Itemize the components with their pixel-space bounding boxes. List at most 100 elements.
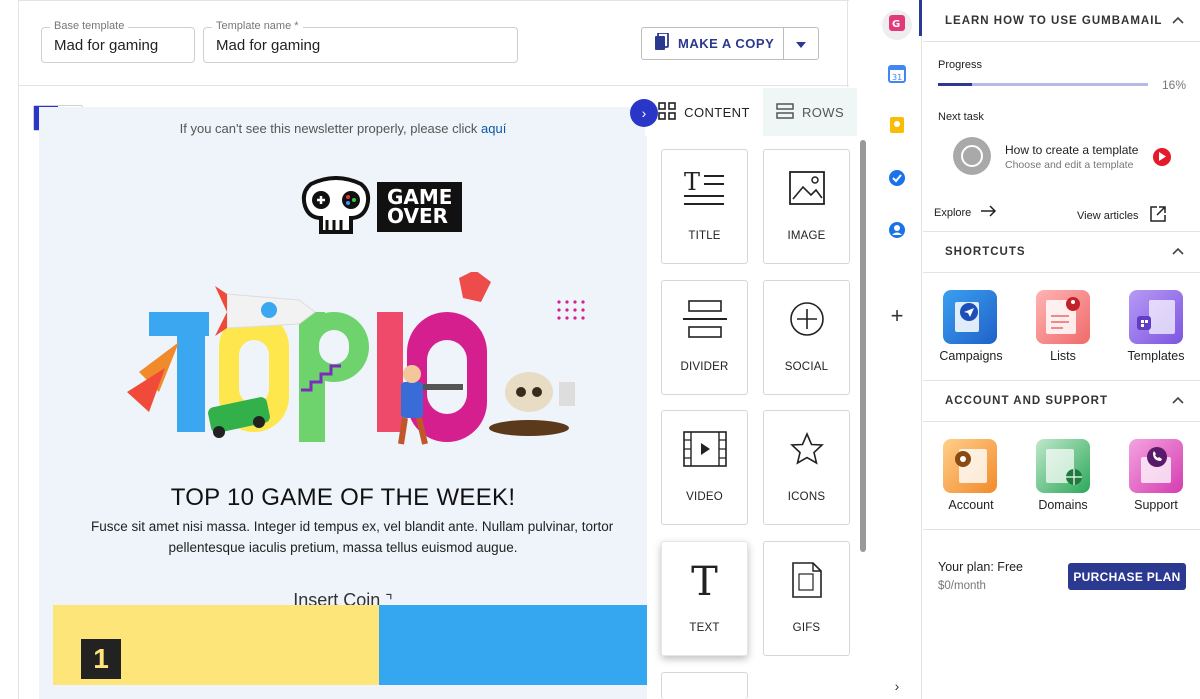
next-task-label: Next task [938, 111, 984, 123]
logo-line-2: OVER [387, 204, 449, 228]
svg-text:G: G [892, 19, 900, 30]
templates-shortcut[interactable] [1129, 290, 1183, 344]
chevron-right-icon: › [641, 105, 647, 121]
arrow-right-icon [981, 205, 997, 220]
template-name-field[interactable]: Template name * Mad for gaming [203, 20, 518, 63]
block-image[interactable]: IMAGE [763, 149, 850, 264]
divider-icon [682, 299, 727, 343]
block-title-label: TITLE [688, 230, 721, 242]
copy-icon [654, 32, 670, 54]
block-icons[interactable]: ICONS [763, 410, 850, 525]
play-icon [1158, 148, 1166, 166]
learn-section-header[interactable]: LEARN HOW TO USE GUMBAMAIL [923, 0, 1200, 42]
block-title[interactable]: T TITLE [661, 149, 748, 264]
caret-down-icon [796, 35, 806, 53]
tab-content-label: CONTENT [684, 104, 750, 120]
contacts-app-button[interactable] [885, 220, 909, 244]
account-shortcut[interactable] [943, 439, 997, 493]
progress-bar [938, 83, 1148, 86]
calendar-day: 31 [892, 73, 902, 82]
templates-label: Templates [1127, 349, 1185, 363]
lists-shortcut[interactable] [1036, 290, 1090, 344]
collapse-panel-button[interactable]: › [630, 99, 658, 127]
apps-rail: G 31 + › [872, 0, 922, 699]
block-divider[interactable]: DIVIDER [661, 280, 748, 395]
base-template-value: Mad for gaming [54, 37, 159, 54]
globe-icon [1036, 449, 1090, 497]
tab-content[interactable]: CONTENT [645, 88, 763, 136]
contacts-icon [888, 221, 906, 244]
gumbamail-app-button[interactable]: G [882, 10, 912, 40]
tab-rows[interactable]: ROWS [763, 88, 857, 136]
svg-text:T: T [684, 170, 700, 196]
chevron-up-icon [1172, 395, 1184, 407]
game-over-wordmark: GAME OVER [377, 182, 463, 232]
account-section-header[interactable]: ACCOUNT AND SUPPORT [923, 380, 1200, 422]
template-icon [1129, 300, 1183, 348]
keep-icon [889, 116, 905, 139]
campaigns-shortcut[interactable] [943, 290, 997, 344]
plan-name: Your plan: Free [938, 560, 1024, 574]
make-copy-button[interactable]: MAKE A COPY [642, 28, 784, 59]
gumbamail-icon: G [888, 14, 906, 37]
email-headline: TOP 10 GAME OF THE WEEK! [170, 484, 516, 511]
domains-label: Domains [1038, 498, 1088, 512]
email-body-text: Fusce sit amet nisi massa. Integer id te… [39, 516, 647, 558]
support-shortcut[interactable] [1129, 439, 1183, 493]
block-video-label: VIDEO [686, 491, 723, 503]
grid-icon [658, 101, 676, 123]
skull-controller-icon [301, 176, 371, 234]
plus-icon: + [890, 303, 904, 328]
view-articles-label: View articles [1077, 209, 1139, 222]
external-link-icon [1149, 205, 1167, 226]
rank-tile-blue [379, 605, 647, 685]
tasks-icon [888, 169, 906, 192]
chevron-up-icon [1172, 246, 1184, 258]
active-app-indicator [919, 0, 922, 36]
preheader-text: If you can't see this newsletter properl… [179, 121, 478, 136]
block-gifs[interactable]: GIFS [763, 541, 850, 656]
image-icon [788, 170, 825, 210]
rank-tile-yellow: 1 [53, 605, 379, 685]
preheader-link[interactable]: aquí [481, 121, 506, 136]
task-title[interactable]: How to create a template [1005, 143, 1138, 157]
panel-scrollbar[interactable] [860, 140, 866, 552]
block-social[interactable]: SOCIAL [763, 280, 850, 395]
shortcuts-section-header[interactable]: SHORTCUTS [923, 231, 1200, 273]
play-video-button[interactable] [1153, 148, 1171, 166]
body-line-1: Fusce sit amet nisi massa. Integer id te… [91, 519, 614, 534]
rank-number: 1 [81, 639, 121, 679]
view-articles-link[interactable]: View articles [1077, 205, 1167, 226]
block-image-label: IMAGE [787, 230, 826, 242]
progress-label: Progress [938, 59, 983, 71]
block-icons-label: ICONS [787, 491, 826, 503]
body-line-2: pellentesque iaculis pretium, massa tell… [168, 540, 518, 555]
explore-link[interactable]: Explore [934, 205, 997, 220]
paper-plane-icon [943, 302, 997, 348]
tasks-app-button[interactable] [885, 168, 909, 192]
task-subtitle: Choose and edit a template [1005, 159, 1134, 171]
preheader: If you can't see this newsletter properl… [39, 121, 647, 136]
plus-circle-icon [789, 301, 825, 342]
lists-label: Lists [1050, 349, 1076, 363]
tab-rows-label: ROWS [801, 104, 845, 120]
block-social-label: SOCIAL [784, 361, 829, 373]
chevron-right-icon: › [894, 678, 900, 694]
domains-shortcut[interactable] [1036, 439, 1090, 493]
keep-app-button[interactable] [885, 115, 909, 139]
block-text[interactable]: T TEXT [661, 541, 748, 656]
purchase-plan-button[interactable]: PURCHASE PLAN [1068, 563, 1186, 590]
task-status-icon [953, 137, 991, 175]
base-template-field[interactable]: Base template Mad for gaming [41, 20, 195, 63]
calendar-app-button[interactable]: 31 [885, 64, 909, 88]
copy-options-dropdown[interactable] [784, 35, 818, 53]
expand-rail-button[interactable]: › [885, 674, 909, 698]
editor-toolbar: Base template Mad for gaming Template na… [19, 0, 849, 86]
video-icon [682, 430, 727, 472]
document-icon [791, 561, 822, 603]
block-video[interactable]: VIDEO [661, 410, 748, 525]
add-app-button[interactable]: + [885, 303, 909, 328]
game-over-logo: GAME OVER [301, 176, 463, 238]
block-more[interactable] [661, 672, 748, 699]
account-label: Account [948, 498, 994, 512]
